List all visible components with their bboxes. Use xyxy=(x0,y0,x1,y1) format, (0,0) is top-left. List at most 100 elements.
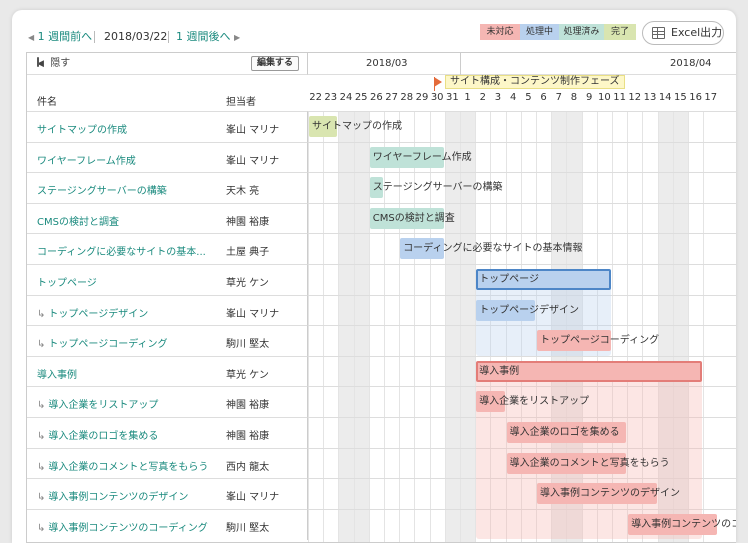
day-label: 2 xyxy=(479,92,486,103)
task-name-link[interactable]: コーディングに必要なサイトの基本... xyxy=(37,243,206,258)
week-navigation: ◀ 1 週間前へ 2018/03/22 1 週間後へ ▶ 未対応 処理中 処理済み完… xyxy=(12,10,736,54)
task-name-link[interactable]: CMSの検討と調査 xyxy=(37,213,119,228)
table-row: トップページ 草光 ケン xyxy=(27,264,308,295)
task-name-link[interactable]: ↳ 導入事例コンテンツのコーディング xyxy=(37,519,208,534)
prev-week-link[interactable]: ◀ 1 週間前へ xyxy=(28,30,92,45)
task-bar-label: トップページコーディング xyxy=(540,335,660,347)
task-name: ワイヤーフレーム作成 xyxy=(37,155,136,167)
task-name: ステージングサーバーの構築 xyxy=(37,186,167,198)
row-gridline xyxy=(308,141,736,143)
assignee: 天木 亮 xyxy=(226,186,260,198)
assignee: 峯山 マリナ xyxy=(226,155,280,167)
day-label: 15 xyxy=(674,92,687,103)
day-label: 29 xyxy=(415,92,429,103)
table-row: ↳ 導入企業をリストアップ 神園 裕康 xyxy=(27,386,308,418)
table-row: CMSの検討と調査 神園 裕康 xyxy=(27,202,308,234)
day-label: 3 xyxy=(494,92,502,103)
current-date: 2018/03/22 xyxy=(104,30,168,43)
task-name-link[interactable]: サイトマップの作成 xyxy=(37,121,127,136)
next-week-link[interactable]: 1 週間後へ ▶ xyxy=(176,30,240,45)
task-bar-label: 導入事例コンテンツのデザイン xyxy=(540,488,680,500)
nav-divider xyxy=(94,31,95,43)
task-bar-label: CMSの検討と調査 xyxy=(372,212,455,224)
task-name: 導入事例 xyxy=(37,369,77,381)
month-label: 2018/04 xyxy=(670,58,712,69)
day-label: 23 xyxy=(324,92,338,103)
task-bar-label: トップページデザイン xyxy=(479,304,579,316)
day-label: 13 xyxy=(643,92,657,103)
day-label: 14 xyxy=(658,92,672,103)
task-name: トップページ xyxy=(37,278,97,289)
day-label: 31 xyxy=(446,92,459,103)
assignee: 峯山 マリナ xyxy=(226,492,280,504)
table-row: コーディングに必要なサイトの基本... 土屋 典子 xyxy=(27,233,308,265)
day-label: 22 xyxy=(309,92,322,103)
task-name-link[interactable]: ↳ 導入企業のコメントと写真をもらう xyxy=(37,458,208,473)
excel-export-button[interactable]: Excel出力 xyxy=(642,21,724,45)
day-label: 27 xyxy=(385,92,398,103)
day-label: 10 xyxy=(598,92,611,103)
column-header-assignee: 担当者 xyxy=(226,97,256,108)
flag-icon xyxy=(434,77,442,87)
edit-button[interactable]: 編集する xyxy=(251,56,299,71)
nav-divider xyxy=(168,31,169,43)
month-label: 2018/03 xyxy=(366,58,408,69)
assignee: 峯山 マリナ xyxy=(226,308,280,320)
gantt-window: ◀ 1 週間前へ 2018/03/22 1 週間後へ ▶ 未対応 処理中 処理済み完… xyxy=(12,10,736,543)
row-gridline xyxy=(308,111,736,112)
task-name-link[interactable]: ↳ トップページコーディング xyxy=(37,335,168,350)
table-row: サイトマップの作成 峯山 マリナ xyxy=(27,111,308,142)
task-name: トップページデザイン xyxy=(48,308,149,320)
hide-panel-toggle[interactable]: ◀ 隠す xyxy=(37,57,70,71)
task-name-link[interactable]: ↳ 導入企業をリストアップ xyxy=(37,396,158,411)
day-label: 28 xyxy=(400,92,414,103)
assignee: 草光 ケン xyxy=(226,278,269,289)
day-label: 30 xyxy=(430,92,444,103)
table-row: ワイヤーフレーム作成 峯山 マリナ xyxy=(27,141,308,173)
subtask-arrow-icon: ↳ xyxy=(37,400,46,412)
task-bar-label: サイトマップの作成 xyxy=(312,121,402,132)
task-name: 導入企業のコメントと写真をもらう xyxy=(48,461,209,473)
task-name: コーディングに必要なサイトの基本... xyxy=(37,247,206,259)
prev-week-label: 1 週間前へ xyxy=(37,30,93,43)
day-label: 5 xyxy=(525,92,532,103)
task-name-link[interactable]: ↳ 導入事例コンテンツのデザイン xyxy=(37,488,188,503)
table-row: 導入事例 草光 ケン xyxy=(27,355,308,387)
task-name: サイトマップの作成 xyxy=(37,125,127,136)
task-bar-label: トップページ xyxy=(479,274,539,285)
task-bar-label: ワイヤーフレーム作成 xyxy=(372,151,472,163)
task-name-link[interactable]: ↳ 導入企業のロゴを集める xyxy=(37,427,158,442)
task-name-link[interactable]: 導入事例 xyxy=(37,366,77,381)
timeline: 2018/03 2018/04 サイト構成・コンテンツ制作フェーズ 22 23 24… xyxy=(308,53,736,542)
subtask-arrow-icon: ↳ xyxy=(37,461,46,473)
month-divider xyxy=(460,53,461,75)
gantt-grid: ◀ 隠す 編集する 件名 担当者 サイトマップの作成 峯山 マリナ ワイヤーフレーム… xyxy=(26,52,736,543)
day-label: 7 xyxy=(555,92,562,103)
table-row: ↳ 導入事例コンテンツのコーディング 駒川 堅太 xyxy=(27,508,308,540)
task-name-link[interactable]: トップページ xyxy=(37,274,97,289)
task-name: 導入事例コンテンツのデザイン xyxy=(48,492,189,504)
task-name-link[interactable]: ↳ トップページデザイン xyxy=(37,305,148,320)
task-bar-label: 導入企業をリストアップ xyxy=(479,396,590,408)
table-icon xyxy=(652,27,665,39)
task-name-link[interactable]: ステージングサーバーの構築 xyxy=(37,182,167,197)
assignee: 峯山 マリナ xyxy=(226,125,280,136)
collapse-left-icon xyxy=(37,57,39,67)
subtask-arrow-icon: ↳ xyxy=(37,522,46,534)
task-name: CMSの検討と調査 xyxy=(37,216,119,228)
hide-label: 隠す xyxy=(50,58,71,69)
day-label: 17 xyxy=(704,92,718,103)
next-week-label: 1 週間後へ xyxy=(176,30,231,43)
task-name-link[interactable]: ワイヤーフレーム作成 xyxy=(37,152,136,167)
table-row: ↳ トップページデザイン 峯山 マリナ xyxy=(27,294,308,326)
assignee: 土屋 典子 xyxy=(226,247,270,259)
legend-item: 処理済み xyxy=(559,24,604,40)
triangle-left-icon: ◀ xyxy=(28,33,35,42)
row-gridline xyxy=(308,355,736,357)
triangle-right-icon: ▶ xyxy=(234,33,241,42)
day-label: 8 xyxy=(570,92,578,103)
assignee: 神園 裕康 xyxy=(226,216,270,228)
assignee: 神園 裕康 xyxy=(226,431,270,442)
day-label: 11 xyxy=(613,92,626,103)
subtask-arrow-icon: ↳ xyxy=(37,431,46,442)
